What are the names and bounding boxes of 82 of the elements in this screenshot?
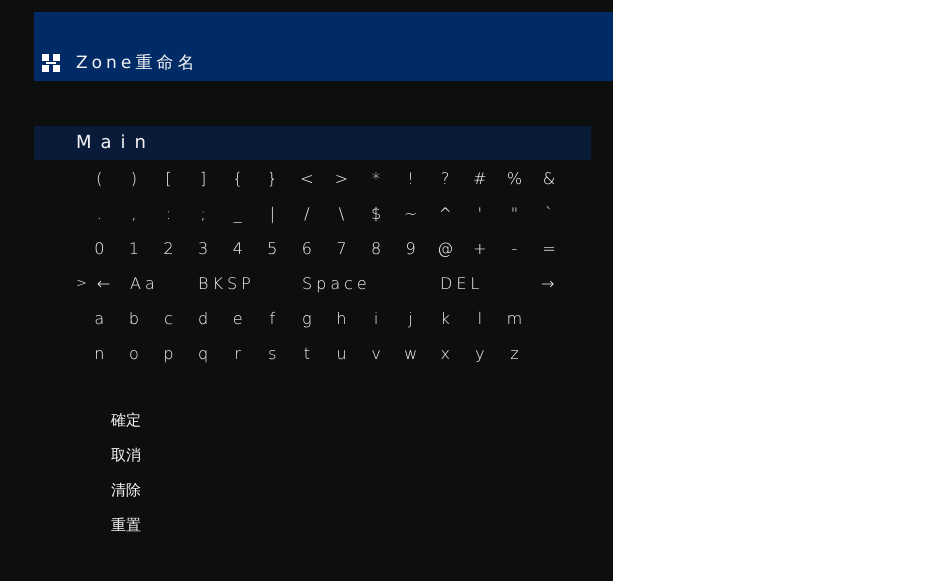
keyboard-key[interactable]: y bbox=[475, 344, 485, 363]
keyboard-key[interactable]: j bbox=[408, 309, 413, 328]
keyboard-key[interactable]: 4 bbox=[232, 239, 243, 258]
keyboard-key[interactable]: DEL bbox=[440, 274, 484, 293]
keyboard-key[interactable]: m bbox=[506, 309, 522, 328]
keyboard-key[interactable]: ^ bbox=[438, 204, 452, 223]
keyboard-key[interactable]: n bbox=[94, 344, 104, 363]
keyboard-key[interactable]: g bbox=[302, 309, 312, 328]
keyboard-key[interactable]: ] bbox=[200, 169, 206, 188]
keyboard-key[interactable]: ; bbox=[200, 204, 206, 223]
keyboard-key[interactable]: / bbox=[304, 204, 310, 223]
keyboard-key[interactable]: _ bbox=[234, 204, 242, 223]
keyboard-key[interactable]: ' bbox=[478, 204, 482, 223]
keyboard-key[interactable]: # bbox=[473, 169, 487, 188]
keyboard-key[interactable]: % bbox=[506, 169, 522, 188]
keyboard-key[interactable]: { bbox=[232, 169, 243, 188]
keyboard-key[interactable]: 0 bbox=[94, 239, 104, 258]
keyboard-key[interactable]: b bbox=[128, 309, 139, 328]
name-field[interactable]: Main bbox=[34, 126, 591, 160]
keyboard-key[interactable]: 5 bbox=[267, 239, 278, 258]
keyboard-key[interactable]: 9 bbox=[406, 239, 416, 258]
keyboard-key[interactable]: [ bbox=[165, 169, 172, 188]
keyboard-key[interactable]: } bbox=[267, 169, 278, 188]
keyboard-key[interactable]: v bbox=[371, 344, 381, 363]
menu-item[interactable]: 取消 bbox=[111, 444, 141, 466]
keyboard-key[interactable]: ~ bbox=[404, 204, 418, 223]
keyboard-key[interactable]: = bbox=[542, 239, 556, 258]
menu-item[interactable]: 確定 bbox=[111, 409, 141, 431]
keyboard-key[interactable]: x bbox=[440, 344, 450, 363]
keyboard-key[interactable]: i bbox=[374, 309, 378, 328]
keyboard-key[interactable]: ( bbox=[96, 169, 102, 188]
keyboard-key[interactable]: ) bbox=[130, 169, 138, 188]
cursor-mark: > bbox=[76, 276, 91, 291]
keyboard-key[interactable]: ! bbox=[407, 169, 414, 188]
keyboard-key[interactable]: & bbox=[542, 169, 556, 188]
keyboard-key[interactable]: s bbox=[268, 344, 276, 363]
keyboard-key[interactable]: BKSP bbox=[198, 274, 255, 293]
keyboard-key[interactable]: l bbox=[478, 309, 482, 328]
keyboard-key[interactable]: e bbox=[232, 309, 243, 328]
keyboard-key[interactable]: 1 bbox=[128, 239, 139, 258]
keyboard-key[interactable]: @ bbox=[437, 239, 454, 258]
keyboard-key[interactable]: > bbox=[334, 169, 348, 188]
keyboard-key[interactable]: 8 bbox=[370, 239, 382, 258]
keyboard-key[interactable]: . bbox=[96, 204, 102, 223]
keyboard-key[interactable]: ` bbox=[545, 204, 554, 223]
grid-icon bbox=[42, 54, 60, 72]
keyboard-key[interactable]: u bbox=[336, 344, 347, 363]
keyboard-key[interactable]: ? bbox=[440, 169, 450, 188]
keyboard-key[interactable]: p bbox=[163, 344, 174, 363]
keyboard-key[interactable]: z bbox=[510, 344, 519, 363]
keyboard-key[interactable]: | bbox=[270, 204, 275, 223]
keyboard-key[interactable]: ← bbox=[96, 274, 114, 293]
keyboard-key[interactable]: 7 bbox=[336, 239, 347, 258]
keyboard-key[interactable]: 2 bbox=[163, 239, 174, 258]
keyboard-key[interactable]: → bbox=[541, 274, 558, 293]
screen-title: Zone重命名 bbox=[76, 52, 198, 74]
keyboard-key[interactable]: d bbox=[198, 309, 208, 328]
keyboard-key[interactable]: 6 bbox=[302, 239, 312, 258]
keyboard-key[interactable]: a bbox=[94, 309, 104, 328]
keyboard-key[interactable]: w bbox=[404, 344, 418, 363]
keyboard-key[interactable]: q bbox=[198, 344, 208, 363]
keyboard-key[interactable]: < bbox=[300, 169, 314, 188]
keyboard-key[interactable]: : bbox=[166, 204, 172, 223]
menu-item[interactable]: 清除 bbox=[111, 479, 141, 501]
keyboard-key[interactable]: \ bbox=[338, 204, 344, 223]
keyboard-key[interactable]: - bbox=[512, 239, 518, 258]
keyboard-key[interactable]: k bbox=[440, 309, 450, 328]
keyboard-key[interactable]: $ bbox=[370, 204, 382, 223]
keyboard-key[interactable]: o bbox=[128, 344, 139, 363]
keyboard-key[interactable]: h bbox=[336, 309, 347, 328]
keyboard-key[interactable]: , bbox=[131, 204, 136, 223]
keyboard-key[interactable]: 3 bbox=[198, 239, 208, 258]
menu-item[interactable]: 重置 bbox=[111, 514, 141, 536]
keyboard-key[interactable]: " bbox=[510, 204, 518, 223]
keyboard-key[interactable]: + bbox=[473, 239, 487, 258]
keyboard-key[interactable]: r bbox=[234, 344, 241, 363]
keyboard-key[interactable]: f bbox=[269, 309, 276, 328]
keyboard-key[interactable]: t bbox=[304, 344, 310, 363]
keyboard-key[interactable]: Aa bbox=[130, 274, 159, 293]
keyboard-key[interactable]: Space bbox=[302, 274, 371, 293]
keyboard-key[interactable]: c bbox=[164, 309, 173, 328]
keyboard-key[interactable]: * bbox=[372, 169, 380, 188]
